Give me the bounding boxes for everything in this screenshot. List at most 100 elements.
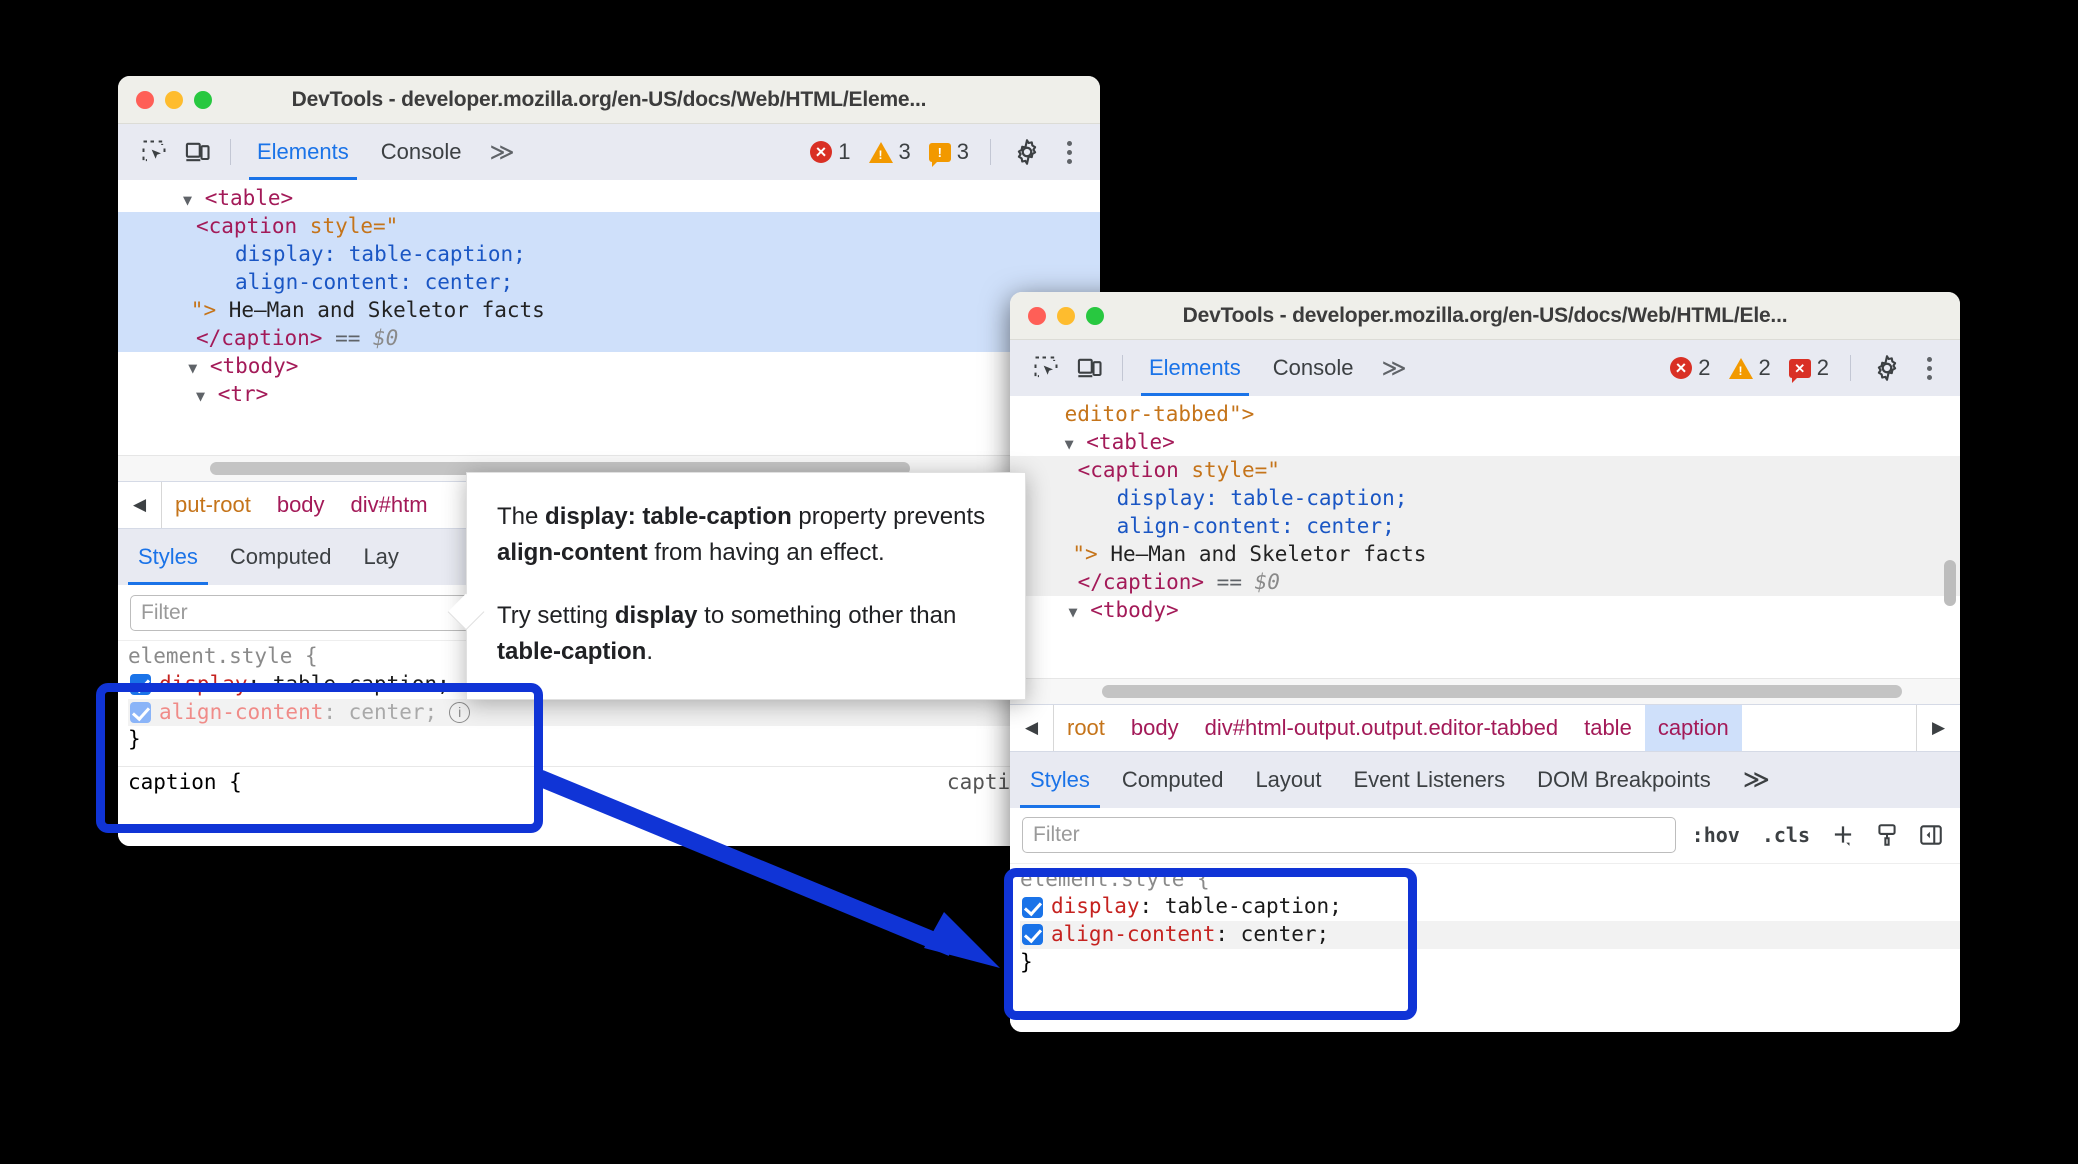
dom-tree-line[interactable]: ▼ <table> bbox=[118, 184, 1100, 212]
style-rule-element-style[interactable]: element.style {display: table-caption; al… bbox=[1010, 864, 1960, 979]
close-button[interactable] bbox=[136, 90, 154, 109]
css-declaration[interactable]: align-content: center; i bbox=[128, 698, 1100, 727]
kebab-menu-icon[interactable] bbox=[1053, 140, 1086, 164]
info-icon[interactable]: i bbox=[449, 702, 471, 724]
expand-triangle-icon[interactable]: ▼ bbox=[188, 359, 197, 377]
inspect-element-icon[interactable] bbox=[132, 130, 176, 174]
window2-filter-row[interactable]: Filter :hov .cls bbox=[1010, 807, 1960, 864]
window1-devtools-toolbar[interactable]: Elements Console ≫ 1 3 ! 3 bbox=[118, 124, 1100, 180]
window2-sidebar-tabs[interactable]: Styles Computed Layout Event Listeners DOM B… bbox=[1010, 751, 1960, 808]
sidebar-tab-styles[interactable]: Styles bbox=[1014, 752, 1106, 808]
dom-tree-line[interactable]: "> He–Man and Skeletor facts bbox=[118, 296, 1100, 325]
css-value[interactable]: center; bbox=[349, 700, 438, 724]
sidebar-tab-computed[interactable]: Computed bbox=[214, 529, 348, 585]
cls-toggle[interactable]: .cls bbox=[1756, 823, 1816, 847]
declaration-checkbox[interactable] bbox=[1022, 896, 1043, 918]
css-value[interactable]: center; bbox=[1241, 922, 1330, 946]
gear-icon[interactable] bbox=[1865, 346, 1909, 390]
tab-console[interactable]: Console bbox=[1257, 340, 1370, 396]
dom-tree-line[interactable]: align-content: center; bbox=[1010, 512, 1960, 541]
dom-vertical-scrollbar[interactable] bbox=[1944, 560, 1956, 606]
breadcrumb-item-div-html-output-output-editor-tabbed[interactable]: div#html-output.output.editor-tabbed bbox=[1192, 705, 1571, 751]
css-declaration[interactable]: align-content: center; bbox=[1020, 921, 1960, 949]
device-toolbar-icon[interactable] bbox=[1068, 346, 1112, 390]
expand-triangle-icon[interactable]: ▼ bbox=[183, 191, 192, 209]
style-rule-caption[interactable]: caption {caption.htm bbox=[118, 766, 1100, 799]
more-tabs-icon[interactable]: ≫ bbox=[1369, 354, 1418, 383]
toggle-sidebar-icon[interactable] bbox=[1914, 818, 1948, 852]
sidebar-tab-dom-breakpoints[interactable]: DOM Breakpoints bbox=[1521, 752, 1727, 808]
dom-tree-line[interactable]: align-content: center; bbox=[118, 268, 1100, 297]
breadcrumb-item-caption[interactable]: caption bbox=[1644, 704, 1742, 751]
dom-tree-line[interactable]: ▼ <tr> bbox=[118, 380, 1100, 408]
dom-tree-line[interactable]: "> He–Man and Skeletor facts bbox=[1010, 540, 1960, 569]
hov-toggle[interactable]: :hov bbox=[1686, 823, 1746, 847]
declaration-text[interactable]: align-content: center; bbox=[1051, 921, 1329, 949]
window2-styles-pane[interactable]: element.style {display: table-caption; al… bbox=[1010, 863, 1960, 1032]
chevron-left-icon[interactable]: ◀ bbox=[118, 482, 162, 529]
breadcrumb-item-div-htm[interactable]: div#htm bbox=[338, 482, 441, 528]
warning-badge[interactable]: 2 bbox=[1722, 355, 1778, 381]
issue-badge[interactable]: ✕ 2 bbox=[1782, 355, 1836, 383]
declaration-text[interactable]: display: table-caption; bbox=[1051, 893, 1342, 921]
breadcrumb-item-body[interactable]: body bbox=[264, 482, 338, 528]
plus-new-style-rule-icon[interactable] bbox=[1826, 818, 1860, 852]
sidebar-tab-lay[interactable]: Lay bbox=[347, 529, 414, 585]
window1-status-badges[interactable]: 1 3 ! 3 bbox=[803, 130, 1086, 174]
window1-traffic-lights[interactable] bbox=[118, 90, 212, 109]
breadcrumb-item-put-root[interactable]: put-root bbox=[162, 482, 264, 528]
window2-titlebar[interactable]: DevTools - developer.mozilla.org/en-US/d… bbox=[1010, 292, 1960, 340]
close-button[interactable] bbox=[1028, 306, 1046, 325]
expand-triangle-icon[interactable]: ▼ bbox=[1065, 435, 1074, 453]
dom-tree-line[interactable]: ▼ <table> bbox=[1010, 428, 1960, 456]
sidebar-tab-computed[interactable]: Computed bbox=[1106, 752, 1240, 808]
sidebar-tab-event-listeners[interactable]: Event Listeners bbox=[1338, 752, 1522, 808]
css-declaration[interactable]: display: table-caption; bbox=[1020, 893, 1960, 921]
dom-tree-line[interactable]: <caption style=" bbox=[1010, 456, 1960, 485]
expand-triangle-icon[interactable]: ▼ bbox=[1069, 603, 1078, 621]
warning-badge[interactable]: 3 bbox=[862, 139, 918, 165]
window2-devtools-toolbar[interactable]: Elements Console ≫ 2 2 ✕ 2 bbox=[1010, 340, 1960, 396]
window1-panel-tabs[interactable]: Elements Console ≫ bbox=[241, 124, 527, 180]
devtools-window-2[interactable]: DevTools - developer.mozilla.org/en-US/d… bbox=[1010, 292, 1960, 1032]
maximize-button[interactable] bbox=[194, 90, 212, 109]
kebab-menu-icon[interactable] bbox=[1913, 356, 1946, 380]
declaration-text[interactable]: align-content: center; bbox=[159, 699, 437, 727]
window2-panel-tabs[interactable]: Elements Console ≫ bbox=[1133, 340, 1419, 396]
color-picker-icon[interactable] bbox=[1870, 818, 1904, 852]
sidebar-tab-layout[interactable]: Layout bbox=[1239, 752, 1337, 808]
minimize-button[interactable] bbox=[165, 90, 183, 109]
dom-tree-line[interactable]: <caption style=" bbox=[118, 212, 1100, 241]
scrollbar-thumb[interactable] bbox=[1102, 684, 1902, 698]
breadcrumb-item-body[interactable]: body bbox=[1118, 705, 1192, 751]
declaration-text[interactable]: display: table-caption; bbox=[159, 671, 450, 699]
dom-tree-line[interactable]: display: table-caption; bbox=[118, 240, 1100, 269]
tab-console[interactable]: Console bbox=[365, 124, 478, 180]
window2-status-badges[interactable]: 2 2 ✕ 2 bbox=[1663, 346, 1946, 390]
css-value[interactable]: table-caption; bbox=[1165, 894, 1342, 918]
dom-tree-line[interactable]: ▼ <tbody> bbox=[118, 352, 1100, 380]
expand-triangle-icon[interactable]: ▼ bbox=[196, 387, 205, 405]
devtools-window-1[interactable]: DevTools - developer.mozilla.org/en-US/d… bbox=[118, 76, 1100, 846]
window2-dom-hscrollbar[interactable] bbox=[1010, 677, 1960, 704]
declaration-checkbox[interactable] bbox=[1022, 924, 1043, 946]
declaration-checkbox[interactable] bbox=[130, 702, 151, 724]
dom-tree-line[interactable]: editor-tabbed"> bbox=[1010, 400, 1960, 428]
device-toolbar-icon[interactable] bbox=[176, 130, 220, 174]
rule-selector[interactable]: caption { bbox=[128, 770, 242, 794]
css-value[interactable]: table-caption; bbox=[273, 672, 450, 696]
window2-dom-tree[interactable]: editor-tabbed"> ▼ <table> <caption style="… bbox=[1010, 396, 1960, 678]
declaration-checkbox[interactable] bbox=[130, 674, 151, 696]
dom-tree-line[interactable]: </caption> == $0 bbox=[118, 324, 1100, 353]
window2-traffic-lights[interactable] bbox=[1010, 306, 1104, 325]
tab-elements[interactable]: Elements bbox=[1133, 340, 1257, 396]
sidebar-tab-styles[interactable]: Styles bbox=[122, 529, 214, 586]
breadcrumb-item-table[interactable]: table bbox=[1571, 705, 1645, 751]
error-badge[interactable]: 2 bbox=[1663, 355, 1717, 381]
breadcrumb-item-root[interactable]: root bbox=[1054, 705, 1118, 751]
window1-dom-tree[interactable]: ▼ <table> <caption style=" display: table-… bbox=[118, 180, 1100, 456]
inspect-element-icon[interactable] bbox=[1024, 346, 1068, 390]
maximize-button[interactable] bbox=[1086, 306, 1104, 325]
sidebar-more-tabs-icon[interactable]: ≫ bbox=[1727, 752, 1786, 808]
dom-tree-line[interactable]: display: table-caption; bbox=[1010, 484, 1960, 513]
